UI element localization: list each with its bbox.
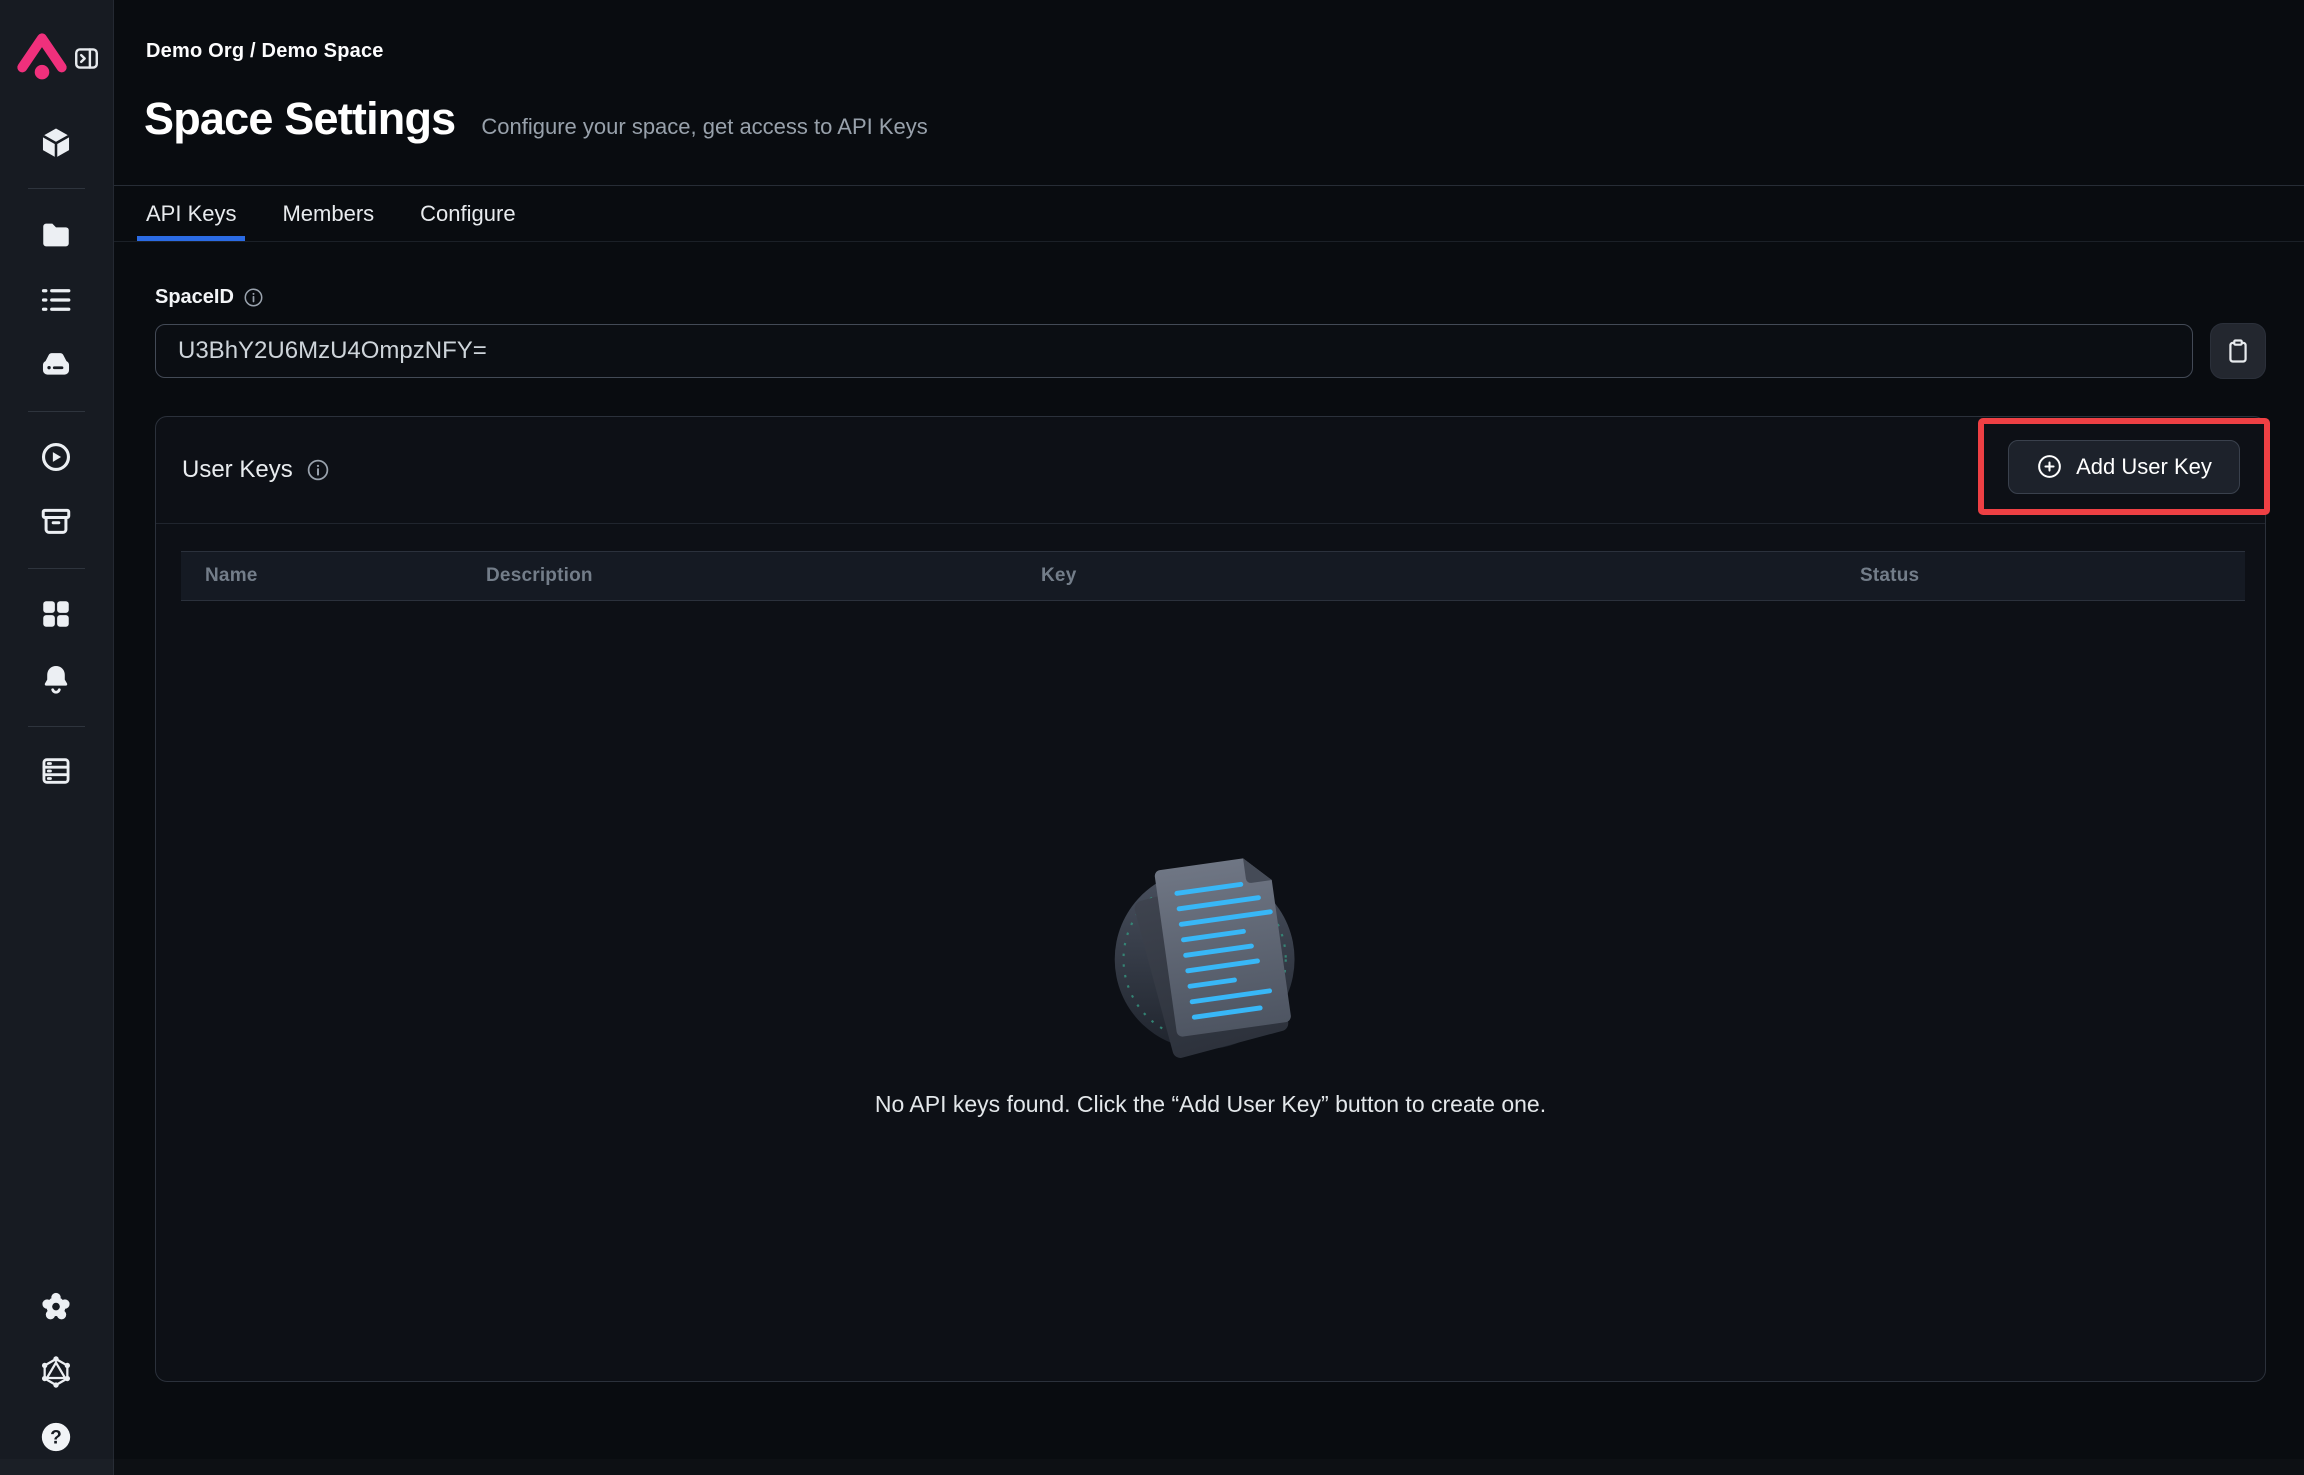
tab-configure[interactable]: Configure xyxy=(420,186,515,241)
column-name: Name xyxy=(205,565,486,587)
sidebar-item-play-circle-icon[interactable] xyxy=(39,440,73,474)
sidebar: ? xyxy=(0,0,114,1475)
tab-members[interactable]: Members xyxy=(282,186,374,241)
column-key: Key xyxy=(1041,565,1860,587)
sidebar-divider xyxy=(28,188,85,189)
sidebar-item-folders-icon[interactable] xyxy=(39,218,73,252)
active-tab-underline xyxy=(137,236,245,241)
tab-bar: API Keys Members Configure xyxy=(114,185,2304,242)
keys-table-header: Name Description Key Status xyxy=(181,551,2245,601)
breadcrumb[interactable]: Demo Org / Demo Space xyxy=(114,0,2304,63)
sidebar-expand-icon[interactable] xyxy=(72,44,101,73)
settings-gear-icon[interactable] xyxy=(39,1290,73,1324)
user-keys-title: User Keys xyxy=(182,456,293,484)
page-title: Space Settings xyxy=(144,93,455,145)
plus-circle-icon xyxy=(2036,453,2063,480)
sidebar-item-notifications-bell-icon[interactable] xyxy=(39,662,73,696)
graphql-icon[interactable] xyxy=(39,1355,73,1389)
space-id-label: SpaceID xyxy=(155,286,234,309)
main-content: Demo Org / Demo Space Space Settings Con… xyxy=(114,0,2304,1475)
app-logo-icon[interactable] xyxy=(15,28,69,84)
sidebar-item-apps-grid-icon[interactable] xyxy=(39,597,73,631)
column-status: Status xyxy=(1860,565,2245,587)
help-icon[interactable]: ? xyxy=(39,1420,73,1454)
sidebar-item-server-icon[interactable] xyxy=(39,754,73,788)
sidebar-item-archive-icon[interactable] xyxy=(39,504,73,538)
add-user-key-button[interactable]: Add User Key xyxy=(2008,440,2240,494)
user-keys-header: User Keys xyxy=(156,417,2265,524)
empty-message: No API keys found. Click the “Add User K… xyxy=(875,1091,1546,1118)
column-description: Description xyxy=(486,565,1041,587)
tab-api-keys[interactable]: API Keys xyxy=(146,186,236,241)
copy-space-id-button[interactable] xyxy=(2210,323,2266,379)
sidebar-divider xyxy=(28,726,85,727)
info-icon[interactable] xyxy=(243,287,264,308)
highlight-annotation: Add User Key xyxy=(1978,418,2270,515)
sidebar-divider xyxy=(28,568,85,569)
sidebar-item-list-icon[interactable] xyxy=(39,283,73,317)
page-subtitle: Configure your space, get access to API … xyxy=(481,114,927,140)
documents-illustration xyxy=(1103,844,1318,1059)
sidebar-item-drive-icon[interactable] xyxy=(39,347,73,381)
clipboard-icon xyxy=(2224,337,2252,365)
sidebar-divider xyxy=(28,411,85,412)
sidebar-item-datasets-cube-icon[interactable] xyxy=(39,126,73,160)
space-id-input[interactable] xyxy=(155,324,2193,378)
user-keys-card: User Keys xyxy=(155,416,2266,1382)
info-icon[interactable] xyxy=(306,458,330,482)
bottom-strip xyxy=(0,1459,2304,1475)
space-settings-page: ? Demo Org / Demo Space Space Settings C… xyxy=(0,0,2304,1475)
svg-text:?: ? xyxy=(50,1428,62,1449)
empty-state: No API keys found. Click the “Add User K… xyxy=(156,844,2265,1118)
